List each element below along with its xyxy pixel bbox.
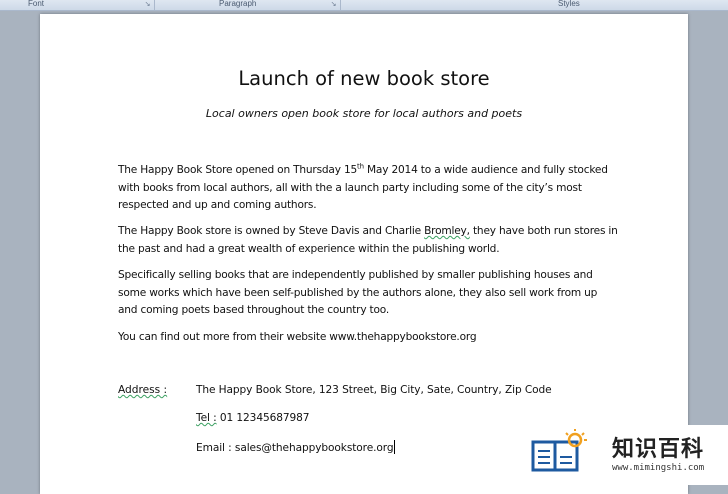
ordinal-superscript: th [357,162,364,171]
telephone-line: Tel : 01 12345687987 [196,412,310,424]
paragraph-dialog-launcher-icon[interactable]: ↘ [330,1,337,8]
address-line: The Happy Book Store, 123 Street, Big Ci… [196,384,552,396]
ribbon-group-styles-label: Styles [558,0,580,8]
site-watermark: 知识百科 www.mimingshi.com [520,425,728,485]
email-line: Email : sales@thehappybookstore.org [196,440,396,454]
text-cursor [394,440,396,454]
book-lightbulb-icon [531,429,587,472]
watermark-url: www.mimingshi.com [612,463,705,473]
ribbon-separator [340,0,341,10]
document-page[interactable]: Launch of new book store Local owners op… [40,14,688,494]
paragraph-opening: The Happy Book Store opened on Thursday … [118,162,618,215]
email-text: Email : sales@thehappybookstore.org [196,442,394,454]
paragraph-text: The Happy Book Store opened on Thursday … [118,164,358,176]
paragraph-website: You can find out more from their website… [118,331,477,343]
ribbon-group-font-label: Font [28,0,45,8]
paragraph-specialty: Specifically selling books that are inde… [118,269,598,316]
font-dialog-launcher-icon[interactable]: ↘ [144,1,151,8]
telephone-label: Tel : [196,412,217,424]
document-title: Launch of new book store [238,67,490,90]
paragraph-owners: The Happy Book store is owned by Steve D… [118,223,618,258]
spelling-flagged-word[interactable]: Bromley, [424,225,470,237]
paragraph-text: The Happy Book store is owned by Steve D… [118,225,425,237]
ribbon-separator [154,0,155,10]
watermark-text: 知识百科 [612,437,705,462]
address-label: Address : [118,384,168,396]
ribbon-group-paragraph-label: Paragraph [219,0,257,8]
telephone-number: 01 12345687987 [216,412,310,424]
document-subtitle: Local owners open book store for local a… [205,107,523,120]
ribbon-group-labels: Font ↘ Paragraph ↘ Styles [0,0,728,11]
